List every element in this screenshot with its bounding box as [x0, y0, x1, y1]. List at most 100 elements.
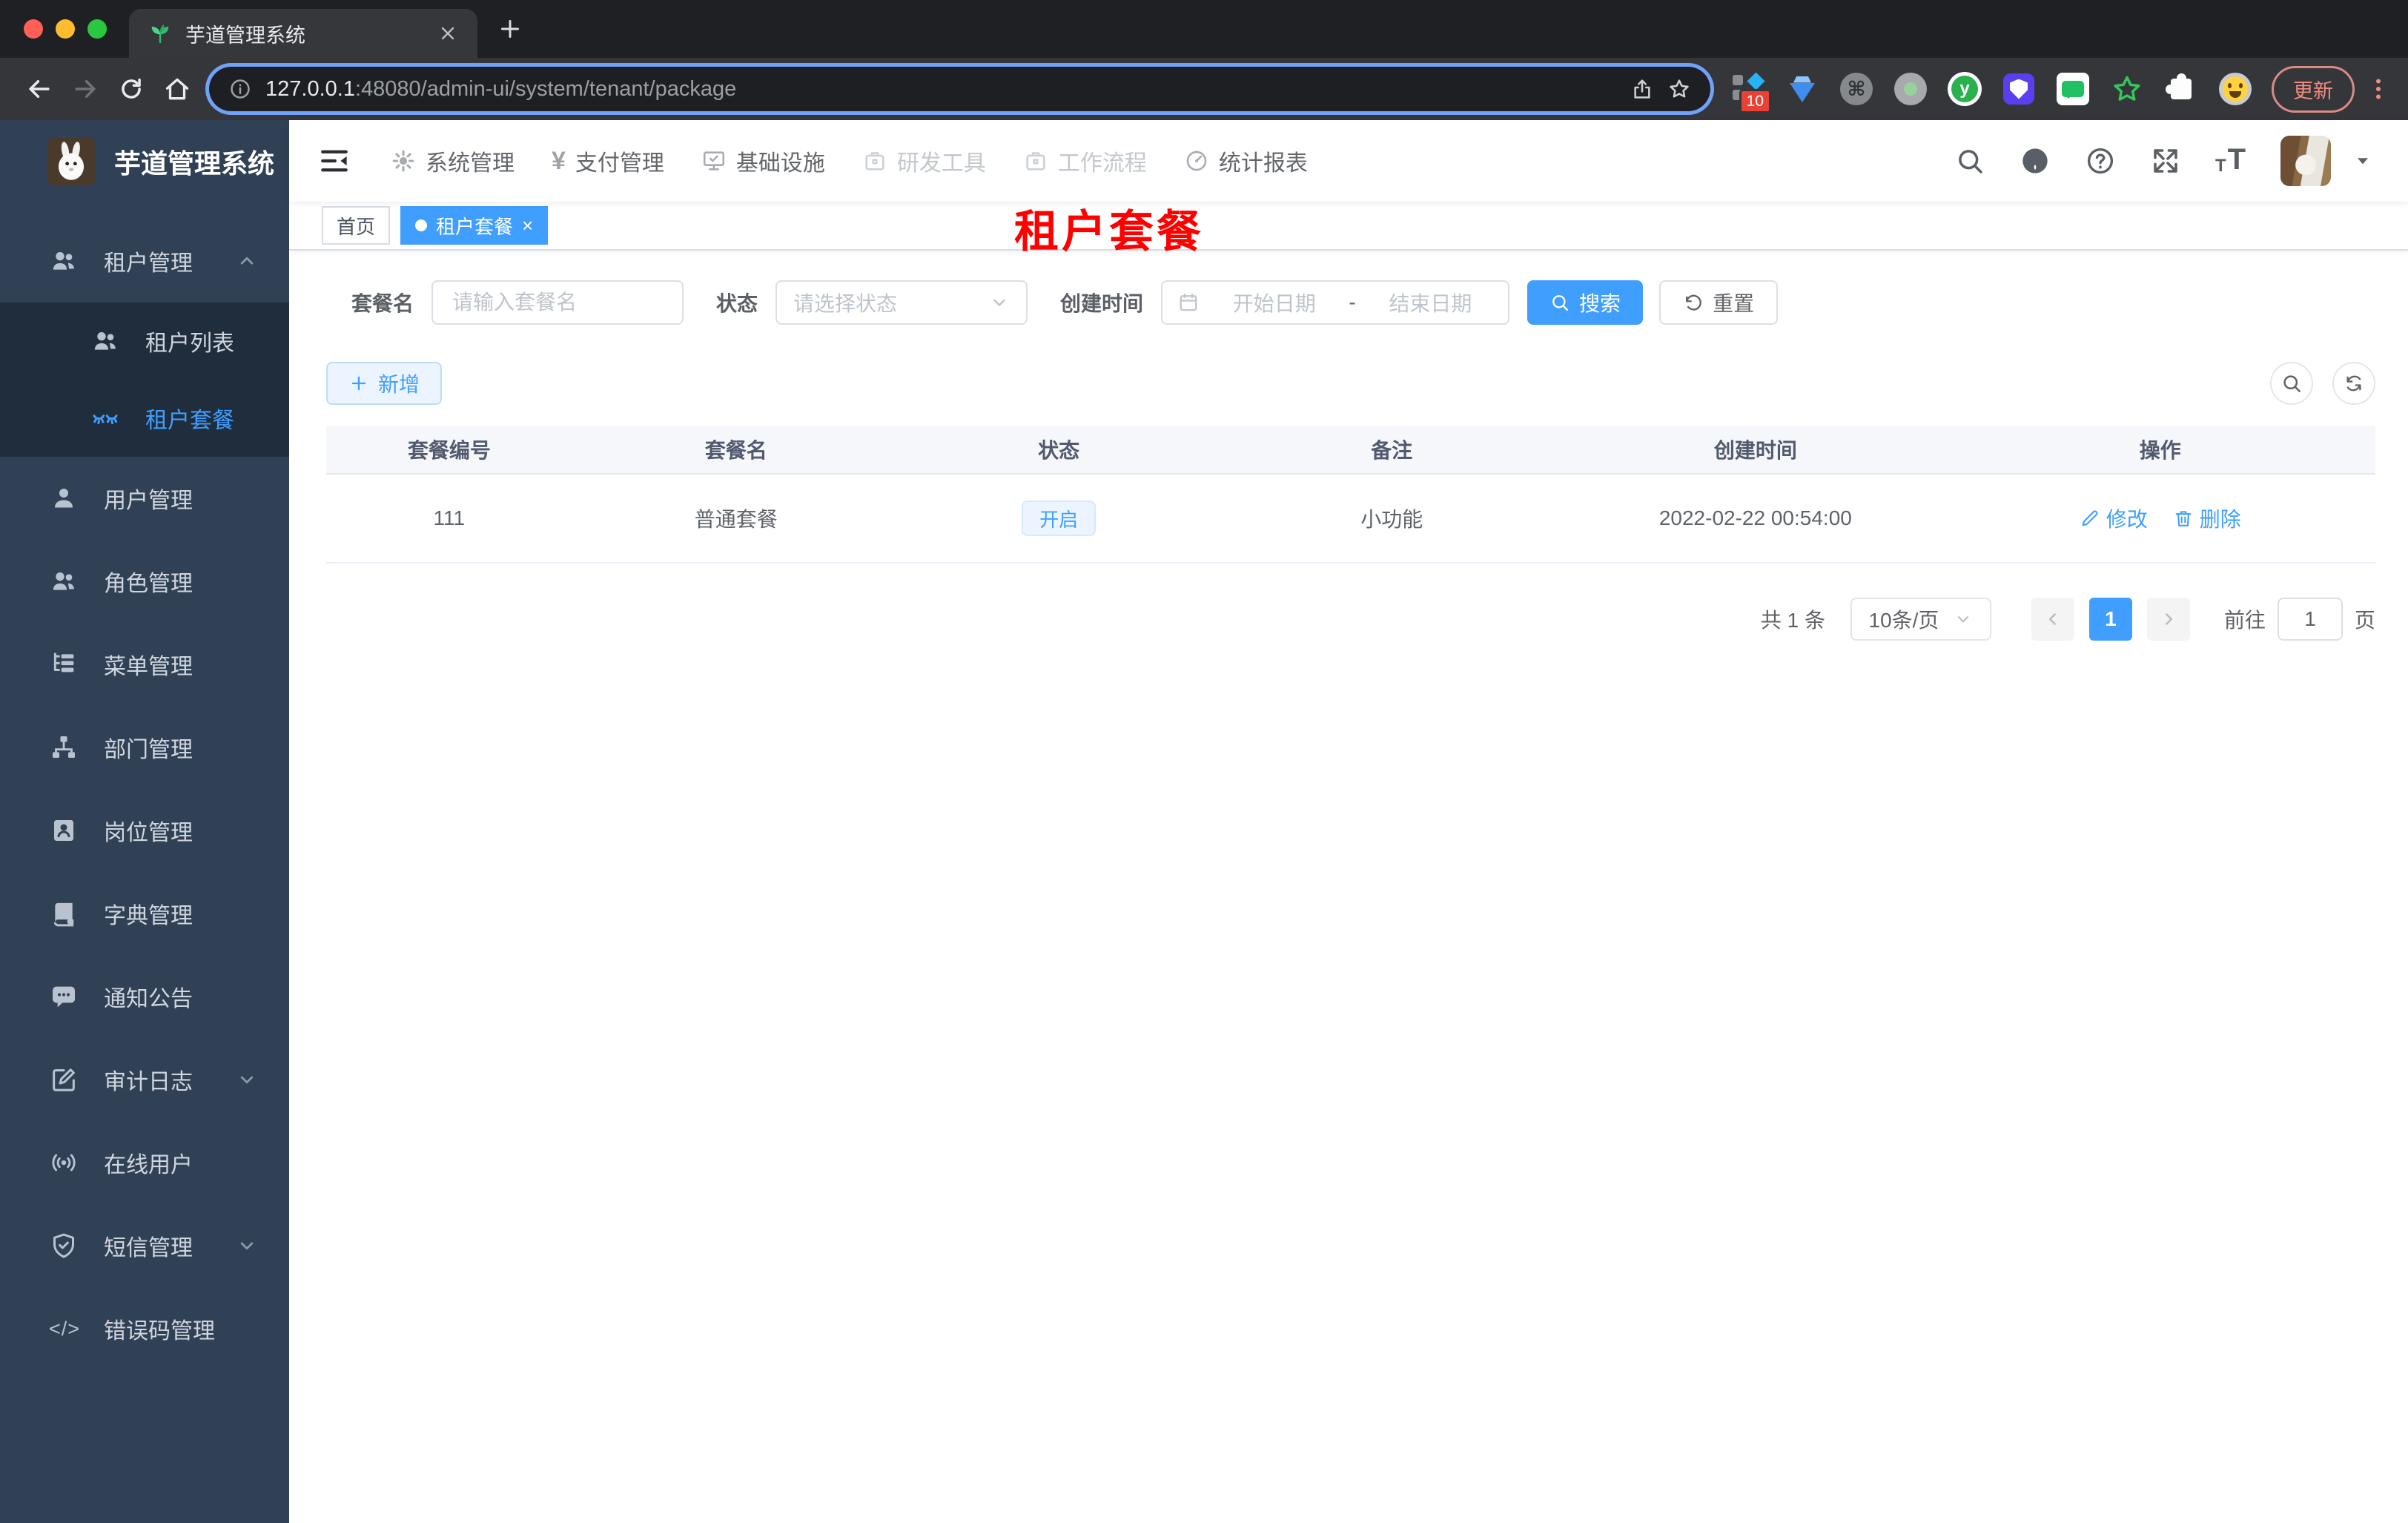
status-select[interactable]: 请选择状态	[775, 280, 1028, 325]
tags-view-bar: 首页 租户套餐 ×	[289, 202, 2408, 251]
plus-icon	[348, 373, 369, 394]
sidebar-item-notice[interactable]: 通知公告	[0, 955, 289, 1038]
current-page[interactable]: 1	[2088, 598, 2132, 641]
sidebar-item-post-management[interactable]: 岗位管理	[0, 789, 289, 872]
users-icon	[49, 246, 79, 276]
extension-icon-record[interactable]	[1893, 72, 1928, 106]
url-bar[interactable]: 127.0.0.1:48080/admin-ui/system/tenant/p…	[209, 67, 1710, 111]
toolbox-icon	[862, 148, 887, 174]
top-menu-payment[interactable]: ¥ 支付管理	[533, 120, 683, 202]
goto-label: 前往	[2223, 609, 2266, 632]
dashboard-icon	[1184, 148, 1209, 174]
browser-tab-bar: 芋道管理系统	[0, 0, 2408, 58]
refresh-table-button[interactable]	[2332, 362, 2375, 405]
bookmark-star-icon[interactable]	[1667, 77, 1691, 101]
sidebar-item-online-users[interactable]: 在线用户	[0, 1121, 289, 1204]
extension-icon-shield[interactable]	[2002, 72, 2036, 106]
page-watermark: 租户套餐	[1014, 207, 1204, 257]
sidebar-nav: 租户管理 租户列表 租户套餐 用户管理 角色管理 菜单管理 部门管理 岗位管理 …	[0, 203, 289, 1370]
col-header-package-name: 套餐名	[704, 439, 767, 462]
top-menu-infrastructure[interactable]: 基础设施	[683, 120, 844, 202]
help-icon[interactable]	[2085, 145, 2116, 176]
users-icon	[90, 326, 120, 356]
tab-close-icon[interactable]	[437, 23, 458, 44]
user-avatar[interactable]	[2280, 136, 2331, 186]
sidebar-item-role-management[interactable]: 角色管理	[0, 540, 289, 623]
close-window-button[interactable]	[24, 19, 43, 39]
back-button[interactable]	[16, 66, 62, 112]
font-size-icon[interactable]: TT	[2215, 143, 2246, 176]
extension-icon-command[interactable]: ⌘	[1839, 72, 1873, 106]
goto-page: 前往 页	[2224, 598, 2375, 641]
sidebar-item-menu-management[interactable]: 菜单管理	[0, 623, 289, 706]
sidebar-logo[interactable]: 芋道管理系统	[0, 120, 289, 203]
sidebar-item-dict-management[interactable]: 字典管理	[0, 872, 289, 955]
extension-icon-gem[interactable]	[1785, 72, 1819, 106]
chrome-update-button[interactable]: 更新	[2272, 65, 2355, 113]
extension-icon-puzzle[interactable]	[2164, 72, 2198, 106]
sidebar-item-sms-management[interactable]: 短信管理	[0, 1204, 289, 1287]
active-dot	[415, 219, 428, 231]
top-menu-system[interactable]: 系统管理	[372, 120, 533, 202]
extension-icon-emoji[interactable]	[2218, 72, 2252, 106]
tag-home[interactable]: 首页	[322, 206, 391, 245]
top-menu-dev-tools[interactable]: 研发工具	[844, 120, 1005, 202]
sidebar-collapse-icon[interactable]	[319, 145, 350, 176]
cell-created: 2022-02-22 00:54:00	[1658, 506, 1852, 529]
browser-menu-icon[interactable]	[2365, 76, 2392, 102]
sidebar-item-tenant-management[interactable]: 租户管理	[0, 219, 289, 303]
browser-tab[interactable]: 芋道管理系统	[129, 9, 477, 58]
cell-package-name: 普通套餐	[694, 508, 778, 531]
tag-tenant-package[interactable]: 租户套餐 ×	[400, 206, 549, 245]
extensions-area: 10 ⌘ y	[1719, 72, 2267, 113]
status-label: 状态	[716, 292, 758, 315]
site-info-icon[interactable]	[228, 77, 252, 101]
sidebar-item-error-code[interactable]: </> 错误码管理	[0, 1287, 289, 1370]
date-range-picker[interactable]: 开始日期 - 结束日期	[1161, 280, 1510, 325]
extension-icon-chat[interactable]	[2056, 72, 2090, 106]
search-button[interactable]: 搜索	[1527, 280, 1644, 325]
fullscreen-icon[interactable]	[2150, 145, 2181, 176]
header-search-icon[interactable]	[1954, 145, 1985, 176]
zoom-window-button[interactable]	[87, 19, 107, 39]
package-name-input[interactable]	[431, 280, 684, 325]
toggle-search-button[interactable]	[2270, 362, 2313, 405]
avatar-caret-down-icon[interactable]	[2353, 151, 2372, 171]
traffic-lights	[0, 19, 129, 39]
page-size-select[interactable]: 10条/页	[1850, 598, 1991, 641]
app-navbar: 系统管理 ¥ 支付管理 基础设施 研发工具 工作流程 统计报表 T T	[289, 120, 2408, 202]
sidebar-item-tenant-package[interactable]: 租户套餐	[0, 380, 289, 457]
prev-page-button[interactable]	[2031, 598, 2074, 641]
date-separator: -	[1349, 291, 1356, 314]
minimize-window-button[interactable]	[56, 19, 75, 39]
extension-icon-y[interactable]: y	[1948, 72, 1982, 106]
new-tab-button[interactable]	[497, 16, 523, 42]
edit-link[interactable]: 修改	[2080, 503, 2148, 533]
sidebar-item-user-management[interactable]: 用户管理	[0, 457, 289, 540]
tag-close-icon[interactable]: ×	[522, 216, 533, 235]
tree-list-icon	[49, 650, 79, 679]
extension-icon-star[interactable]	[2110, 72, 2144, 106]
org-tree-icon	[49, 733, 79, 762]
forward-button[interactable]	[62, 66, 108, 112]
reload-button[interactable]	[108, 66, 154, 112]
extension-icon-tampermonkey[interactable]: 10	[1731, 72, 1771, 113]
share-icon[interactable]	[1630, 77, 1654, 101]
add-button[interactable]: 新增	[326, 362, 443, 405]
user-icon	[49, 483, 79, 513]
top-menu-statistics[interactable]: 统计报表	[1165, 120, 1326, 202]
sidebar-item-audit-log[interactable]: 审计日志	[0, 1038, 289, 1121]
home-button[interactable]	[154, 66, 200, 112]
next-page-button[interactable]	[2146, 598, 2190, 641]
github-icon[interactable]	[2020, 145, 2051, 176]
goto-page-input[interactable]	[2277, 598, 2343, 641]
col-header-package-id: 套餐编号	[407, 439, 491, 462]
cell-package-id: 111	[433, 506, 466, 529]
top-menu-workflow[interactable]: 工作流程	[1005, 120, 1165, 202]
create-time-label: 创建时间	[1060, 292, 1144, 315]
reset-button[interactable]: 重置	[1659, 280, 1779, 325]
sidebar-item-tenant-list[interactable]: 租户列表	[0, 303, 289, 380]
delete-link[interactable]: 删除	[2173, 503, 2241, 533]
sidebar-item-department-management[interactable]: 部门管理	[0, 706, 289, 789]
top-menu: 系统管理 ¥ 支付管理 基础设施 研发工具 工作流程 统计报表	[372, 120, 1326, 202]
